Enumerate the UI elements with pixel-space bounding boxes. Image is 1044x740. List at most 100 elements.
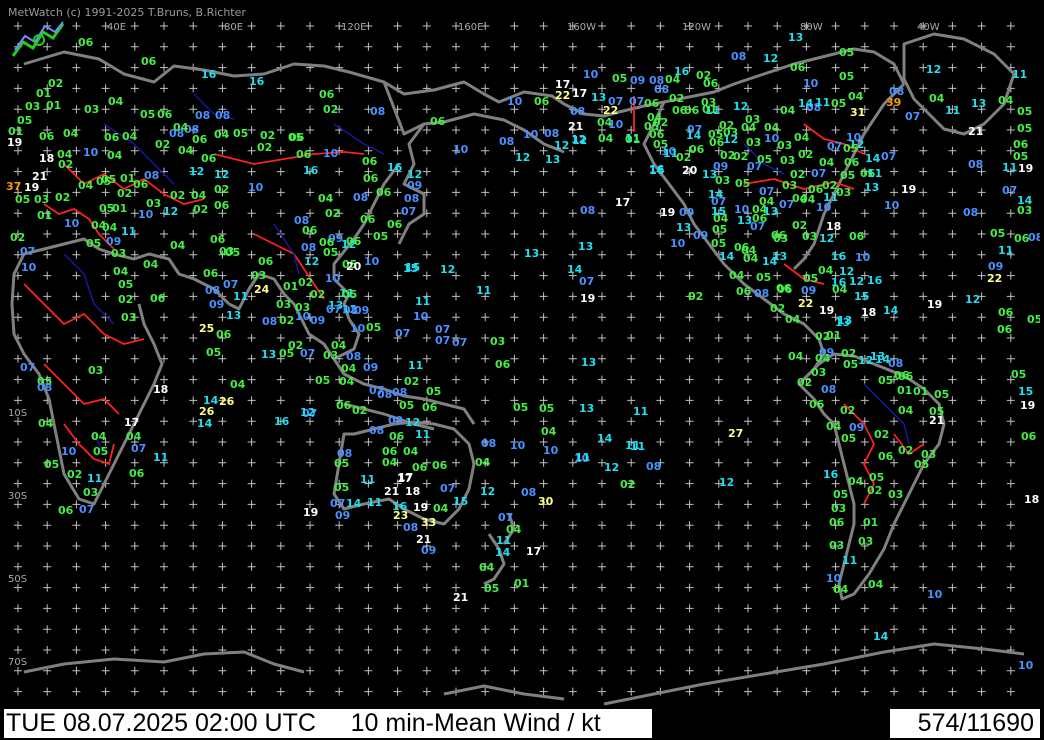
station-wind: 04 [57,148,73,161]
grid-cross [744,84,752,93]
station-wind: 02 [310,288,326,301]
grid-cross [890,542,898,550]
grid-cross [43,521,52,530]
grid-cross [773,396,782,405]
grid-cross [539,354,548,363]
grid-cross [714,604,723,613]
station-wind: 05 [86,237,102,250]
grid-cross [14,687,22,696]
station-wind: 08 [37,381,53,394]
station-wind: 01 [283,280,299,293]
grid-cross [1006,625,1015,634]
grid-cross [802,687,811,696]
station-wind: 06 [878,450,894,463]
grid-cross [43,271,52,280]
grid-cross [130,105,139,114]
station-wind: 07 [881,150,897,163]
grid-cross [627,583,636,592]
grid-cross [685,604,694,613]
grid-cross [101,188,110,197]
grid-cross [568,562,577,571]
station-wind: 08 [369,424,385,437]
station-wind: 08 [481,437,497,450]
grid-cross [744,583,752,592]
station-wind: 09 [679,206,695,219]
grid-cross [539,230,548,238]
grid-cross [364,542,373,550]
grid-cross [919,354,928,363]
grid-cross [919,625,928,634]
grid-cross [568,334,577,342]
grid-cross [422,666,431,675]
station-wind: 12 [214,168,230,181]
grid-cross [364,292,373,301]
station-wind: 12 [723,133,739,146]
grid-cross [714,313,723,322]
station-wind: 05 [539,402,555,415]
station-wind: 14 [567,263,583,276]
grid-cross [568,666,577,675]
grid-cross [685,42,694,51]
grid-cross [568,583,577,592]
grid-cross [919,583,928,592]
grid-cross [189,375,198,384]
grid-cross [598,417,606,426]
grid-cross [539,583,548,592]
grid-cross [276,334,285,342]
grid-cross [101,42,110,51]
grid-cross [1006,22,1015,30]
grid-cross [831,458,840,467]
station-wind: 10 [543,444,559,457]
station-wind: 01 [46,99,62,112]
grid-cross [977,625,986,634]
grid-cross [919,562,928,571]
station-wind: 13 [835,316,851,329]
grid-cross [510,271,519,280]
station-wind: 04 [102,221,118,234]
station-wind: 04 [107,149,123,162]
grid-cross [714,438,723,446]
grid-cross [627,313,636,322]
grid-cross [72,146,81,155]
grid-cross [130,625,139,634]
map-frame: 06 02 01 03 01 03 04 05 06 04 06 04 05 01 19 18 21 02 04 05… [0,0,1044,740]
grid-cross [1006,687,1015,696]
grid-cross [919,375,928,384]
grid-cross [685,542,694,550]
grid-cross [72,583,81,592]
grid-cross [919,250,928,259]
station-wind: 10 [453,143,469,156]
grid-cross [130,458,139,467]
grid-cross [364,63,373,72]
grid-cross [744,354,752,363]
station-wind: 04 [341,362,357,375]
grid-cross [364,84,373,93]
grid-cross [510,417,519,426]
grid-cross [510,313,519,322]
grid-cross [452,188,460,197]
grid-cross [831,126,840,134]
station-wind: 04 [108,95,124,108]
grid-cross [393,604,402,613]
grid-cross [14,105,22,114]
grid-cross [714,354,723,363]
grid-cross [627,458,636,467]
grid-cross [130,562,139,571]
grid-cross [218,438,227,446]
grid-cross [539,42,548,51]
grid-cross [72,84,81,93]
grid-cross [218,583,227,592]
grid-cross [364,521,373,530]
grid-cross [539,334,548,342]
station-wind: 12 [189,165,205,178]
station-wind: 05 [15,193,31,206]
grid-cross [481,250,490,259]
station-wind: 06 [709,136,725,149]
station-wind: 02 [840,404,856,417]
grid-cross [306,646,314,654]
station-wind: 06 [289,131,305,144]
grid-cross [977,583,986,592]
grid-cross [714,687,723,696]
grid-cross [510,250,519,259]
grid-cross [72,230,81,238]
